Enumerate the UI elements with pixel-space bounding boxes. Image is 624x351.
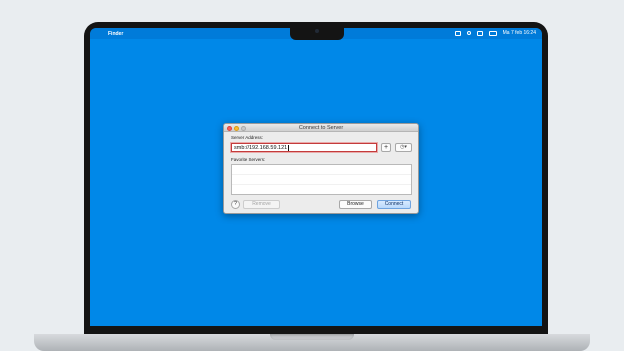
list-item	[232, 165, 411, 175]
recent-servers-button[interactable]: ◷▾	[395, 143, 412, 152]
menu-app-name[interactable]: Finder	[108, 31, 123, 37]
browse-button[interactable]: Browse	[339, 200, 372, 209]
dialog-titlebar[interactable]: Connect to Server	[224, 124, 418, 132]
desktop: Finder Ma 7 feb 16:24 Connect to Server …	[90, 28, 542, 326]
connect-button[interactable]: Connect	[377, 200, 411, 209]
help-button[interactable]: ?	[231, 200, 240, 209]
favorite-servers-label: Favorite Servers:	[231, 157, 266, 162]
laptop-frame: Finder Ma 7 feb 16:24 Connect to Server …	[0, 0, 624, 351]
battery-icon[interactable]	[488, 30, 497, 36]
list-item	[232, 175, 411, 185]
wifi-icon[interactable]	[466, 31, 471, 35]
menu-status-area: Ma 7 feb 16:24	[454, 30, 536, 36]
remove-button[interactable]: Remove	[243, 200, 280, 209]
control-center-icon[interactable]	[476, 30, 483, 36]
connect-to-server-dialog: Connect to Server Server Address: smb://…	[223, 123, 419, 214]
add-favorite-button[interactable]: +	[381, 143, 391, 152]
text-cursor	[287, 145, 289, 151]
server-address-label: Server Address:	[231, 135, 264, 140]
display-icon[interactable]	[454, 30, 461, 36]
dialog-title: Connect to Server	[298, 125, 344, 131]
server-address-value: smb://192.168.59.121	[234, 145, 288, 151]
camera-icon	[315, 29, 319, 33]
server-address-input[interactable]: smb://192.168.59.121	[231, 143, 377, 152]
favorite-servers-list[interactable]	[231, 164, 412, 195]
laptop-hinge	[270, 334, 354, 340]
menu-clock[interactable]: Ma 7 feb 16:24	[503, 30, 536, 36]
